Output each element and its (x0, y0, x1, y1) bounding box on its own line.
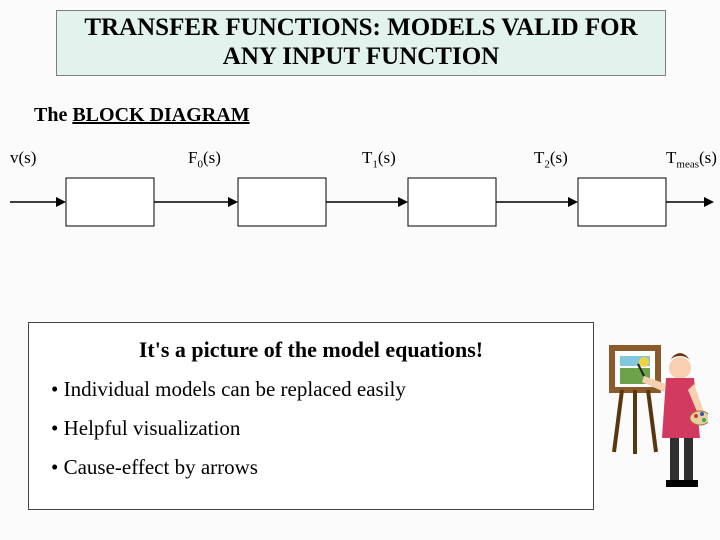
block-Gtank1 (238, 178, 326, 226)
bullet-1: • Individual models can be replaced easi… (51, 377, 571, 402)
block-Gsensor (578, 178, 666, 226)
block-Gvalve (66, 178, 154, 226)
block-diagram (0, 150, 720, 270)
subtitle-term: BLOCK DIAGRAM (72, 104, 249, 126)
subtitle-prefix: The (34, 104, 72, 126)
painter-icon (608, 342, 708, 502)
block-Gtank2 (408, 178, 496, 226)
subtitle: The BLOCK DIAGRAM (34, 104, 250, 127)
note-headline: It's a picture of the model equations! (51, 337, 571, 363)
note-box: It's a picture of the model equations! •… (28, 322, 594, 510)
page-title: TRANSFER FUNCTIONS: MODELS VALID FOR ANY… (57, 14, 665, 72)
title-box: TRANSFER FUNCTIONS: MODELS VALID FOR ANY… (56, 10, 666, 76)
bullet-2: • Helpful visualization (51, 416, 571, 441)
bullet-3: • Cause-effect by arrows (51, 455, 571, 480)
